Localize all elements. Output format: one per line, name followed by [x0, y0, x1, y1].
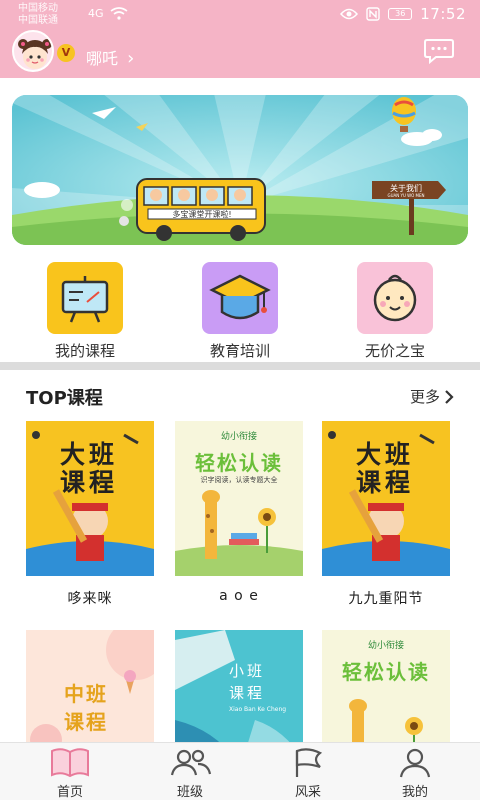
eye-icon [340, 8, 359, 20]
flag-icon [295, 748, 323, 777]
cover-tagline: 识字阅读，认读专题大全 [200, 476, 278, 484]
wifi-icon [110, 7, 128, 20]
menu-label: 无价之宝 [364, 342, 425, 360]
presentation-board-icon [47, 262, 123, 334]
header-bar: 中国移动 中国联通 4G 36 17:52 V 哪吒 › [0, 0, 480, 78]
nav-mine[interactable]: 我的 [370, 743, 460, 800]
nfc-icon [366, 7, 380, 21]
promo-banner[interactable]: 多宝课堂开课啦! 关于我们 GUAN YU WO MEN [12, 95, 468, 245]
cover-title: 小班 课程 [229, 662, 266, 702]
course-title: 哆来咪 [67, 591, 113, 607]
person-icon [399, 748, 431, 778]
section-divider [0, 362, 480, 370]
course-cover: 大班 课程 [322, 421, 450, 576]
carrier-1: 中国移动 [18, 3, 58, 14]
bottom-navigation: 首页 班级 风采 我的 [0, 742, 480, 800]
chevron-right-icon: › [127, 48, 135, 69]
status-right: 36 17:52 [340, 5, 466, 23]
nav-label: 首页 [56, 785, 83, 800]
cover-subtitle: 幼小衔接 [367, 641, 404, 651]
avatar[interactable] [12, 30, 54, 72]
book-icon [51, 748, 89, 778]
nav-label: 班级 [176, 785, 203, 800]
cover-title: 中班 课程 [64, 682, 108, 734]
status-bar: 中国移动 中国联通 4G 36 17:52 [0, 0, 480, 30]
cover-title: 轻松认读 [195, 451, 283, 475]
banner-illustration: 多宝课堂开课啦! 关于我们 GUAN YU WO MEN [12, 95, 468, 245]
clock: 17:52 [420, 5, 466, 23]
message-icon[interactable] [424, 38, 454, 64]
course-card[interactable]: 大班 课程 哆来咪 [26, 421, 154, 608]
graduation-cap-icon [202, 262, 278, 334]
cover-pinyin: Xiao Ban Ke Cheng [229, 706, 287, 713]
username: 哪吒 [86, 49, 119, 68]
nav-class[interactable]: 班级 [145, 743, 235, 800]
menu-training[interactable]: 教育培训 [185, 262, 295, 361]
sign-title: 关于我们 [390, 183, 422, 193]
bus-slogan: 多宝课堂开课啦! [172, 209, 231, 219]
course-card[interactable]: 大班 课程 九九重阳节 [322, 421, 450, 608]
cover-subtitle: 幼小衔接 [220, 432, 257, 442]
battery-icon: 36 [388, 8, 413, 20]
menu-label: 我的课程 [54, 342, 115, 360]
girl-avatar-icon [18, 39, 52, 69]
course-cover: 大班 课程 [26, 421, 154, 576]
course-card[interactable]: 幼小衔接 轻松认读 识字阅读，认读专题大全 a o e [175, 421, 303, 604]
baby-face-icon [357, 262, 433, 334]
nav-home[interactable]: 首页 [25, 743, 115, 800]
network-type: 4G [88, 7, 104, 20]
cover-title: 轻松认读 [342, 660, 430, 684]
chevron-right-icon [445, 389, 454, 404]
carrier-info: 中国移动 中国联通 [18, 3, 58, 27]
sign-subtitle: GUAN YU WO MEN [387, 193, 424, 198]
course-title: 九九重阳节 [348, 591, 424, 607]
more-link[interactable]: 更多 [410, 386, 454, 407]
course-cover: 幼小衔接 轻松认读 识字阅读，认读专题大全 [175, 421, 303, 576]
nav-label: 我的 [401, 785, 428, 800]
section-title: TOP课程 [26, 388, 103, 409]
nav-label: 风采 [294, 785, 321, 800]
course-title: a o e [219, 588, 259, 604]
class-group-icon [170, 749, 212, 776]
quick-menu: 我的课程 教育培训 无价之宝 [0, 262, 480, 362]
carrier-2: 中国联通 [18, 15, 58, 26]
network-indicator: 4G [88, 7, 128, 20]
username-link[interactable]: 哪吒 › [86, 45, 134, 69]
menu-label: 教育培训 [209, 342, 270, 360]
menu-treasure[interactable]: 无价之宝 [340, 262, 450, 361]
cover-title: 大班 课程 [60, 440, 119, 497]
nav-showcase[interactable]: 风采 [263, 743, 353, 800]
more-label: 更多 [409, 388, 440, 406]
menu-my-courses[interactable]: 我的课程 [30, 262, 140, 361]
vip-badge: V [57, 44, 75, 62]
cover-title: 大班 课程 [356, 440, 415, 497]
